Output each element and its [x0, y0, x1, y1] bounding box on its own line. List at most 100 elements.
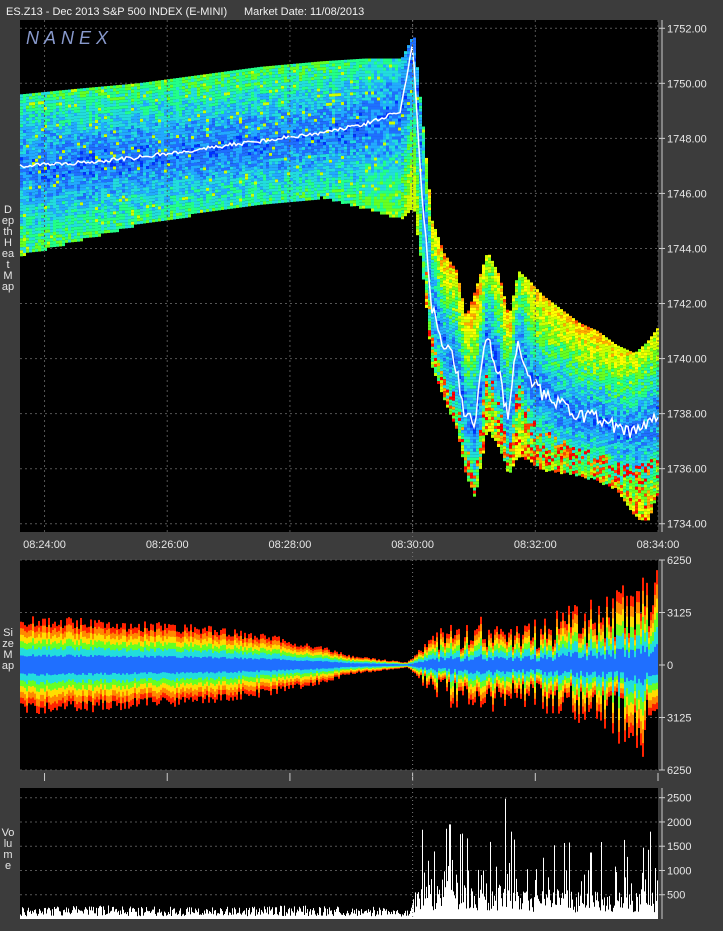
- depth-heat-cell: [65, 110, 68, 114]
- depth-heat-cell: [29, 231, 32, 235]
- depth-heat-cell: [164, 121, 167, 125]
- depth-heat-cell: [248, 92, 251, 96]
- depth-heat-cell: [44, 136, 47, 140]
- depth-heat-cell: [227, 197, 230, 201]
- depth-heat-cell: [128, 192, 131, 196]
- depth-heat-cell: [158, 170, 161, 174]
- depth-heat-cell: [32, 201, 35, 205]
- depth-heat-cell: [173, 102, 176, 106]
- depth-heat-cell: [137, 116, 140, 120]
- depth-heat-cell: [260, 153, 263, 157]
- depth-heat-cell: [212, 115, 215, 119]
- depth-heat-cell: [182, 209, 185, 213]
- depth-heat-cell: [215, 177, 218, 181]
- depth-heat-cell: [272, 173, 275, 177]
- depth-heat-cell: [284, 97, 287, 101]
- depth-heat-cell: [260, 201, 263, 205]
- depth-heat-cell: [317, 88, 320, 92]
- depth-heat-cell: [134, 83, 137, 87]
- depth-heat-cell: [20, 193, 23, 197]
- depth-heat-cell: [275, 158, 278, 162]
- depth-heat-cell: [260, 144, 263, 148]
- depth-heat-cell: [194, 93, 197, 97]
- depth-heat-cell: [110, 202, 113, 206]
- depth-heat-cell: [206, 133, 209, 137]
- depth-heat-cell: [35, 92, 38, 96]
- depth-heat-cell: [119, 219, 122, 223]
- depth-heat-cell: [266, 126, 269, 130]
- depth-heat-cell: [23, 250, 26, 254]
- depth-heat-cell: [191, 192, 194, 196]
- depth-heat-cell: [314, 193, 317, 197]
- depth-heat-cell: [29, 192, 32, 196]
- depth-heat-cell: [203, 98, 206, 102]
- depth-heat-cell: [206, 157, 209, 161]
- depth-heat-cell: [227, 137, 230, 141]
- depth-heat-cell: [101, 113, 104, 117]
- depth-heat-cell: [311, 119, 314, 123]
- depth-heat-cell: [293, 99, 296, 103]
- depth-heat-cell: [155, 188, 158, 192]
- depth-heat-cell: [200, 161, 203, 165]
- depth-heat-cell: [98, 152, 101, 156]
- depth-heat-cell: [308, 155, 311, 159]
- depth-heat-cell: [47, 91, 50, 95]
- depth-heat-cell: [29, 225, 32, 229]
- depth-heat-cell: [137, 104, 140, 108]
- depth-heat-cell: [305, 179, 308, 183]
- depth-heat-cell: [128, 168, 131, 172]
- depth-heat-cell: [257, 193, 260, 197]
- depth-heat-cell: [320, 181, 323, 185]
- depth-heat-cell: [254, 196, 257, 200]
- depth-heat-cell: [323, 112, 326, 116]
- depth-heat-cell: [299, 108, 302, 112]
- depth-heat-cell: [68, 221, 71, 225]
- depth-heat-cell: [113, 118, 116, 122]
- depth-heat-cell: [41, 107, 44, 111]
- depth-heat-cell: [41, 149, 44, 153]
- depth-heat-cell: [143, 151, 146, 155]
- depth-heat-cell: [143, 184, 146, 188]
- depth-heat-cell: [38, 110, 41, 114]
- depth-heat-cell: [152, 117, 155, 121]
- depth-heat-cell: [44, 196, 47, 200]
- depth-heat-cell: [317, 136, 320, 140]
- depth-heat-cell: [185, 124, 188, 128]
- depth-heat-cell: [230, 169, 233, 173]
- depth-heat-cell: [299, 180, 302, 184]
- depth-heat-cell: [122, 135, 125, 139]
- depth-heat-cell: [257, 163, 260, 167]
- depth-heat-cell: [68, 101, 71, 105]
- depth-heat-cell: [269, 122, 272, 126]
- depth-heat-cell: [263, 150, 266, 154]
- depth-heat-cell: [74, 133, 77, 137]
- depth-heat-cell: [242, 111, 245, 115]
- depth-heat-cell: [272, 71, 275, 75]
- depth-heat-cell: [140, 145, 143, 149]
- depth-heat-cell: [77, 232, 80, 236]
- depth-heat-cell: [299, 183, 302, 187]
- depth-heat-cell: [248, 155, 251, 159]
- depth-heat-cell: [320, 64, 323, 68]
- depth-heat-cell: [266, 192, 269, 196]
- depth-heat-cell: [74, 217, 77, 221]
- depth-heat-cell: [23, 205, 26, 209]
- depth-heat-cell: [323, 121, 326, 125]
- depth-heat-cell: [122, 120, 125, 124]
- depth-heat-cell: [191, 123, 194, 127]
- depth-heat-cell: [251, 187, 254, 191]
- depth-heat-cell: [272, 65, 275, 69]
- depth-heat-cell: [71, 125, 74, 129]
- depth-heat-cell: [311, 167, 314, 171]
- depth-heat-cell: [140, 82, 143, 86]
- depth-heat-cell: [191, 180, 194, 184]
- depth-heat-cell: [50, 145, 53, 149]
- depth-heat-cell: [119, 150, 122, 154]
- depth-heat-cell: [56, 186, 59, 190]
- depth-heat-cell: [20, 97, 23, 101]
- depth-heat-cell: [188, 127, 191, 131]
- depth-heat-cell: [290, 94, 293, 98]
- depth-heat-cell: [113, 178, 116, 182]
- depth-heat-cell: [227, 164, 230, 168]
- depth-heat-cell: [38, 203, 41, 207]
